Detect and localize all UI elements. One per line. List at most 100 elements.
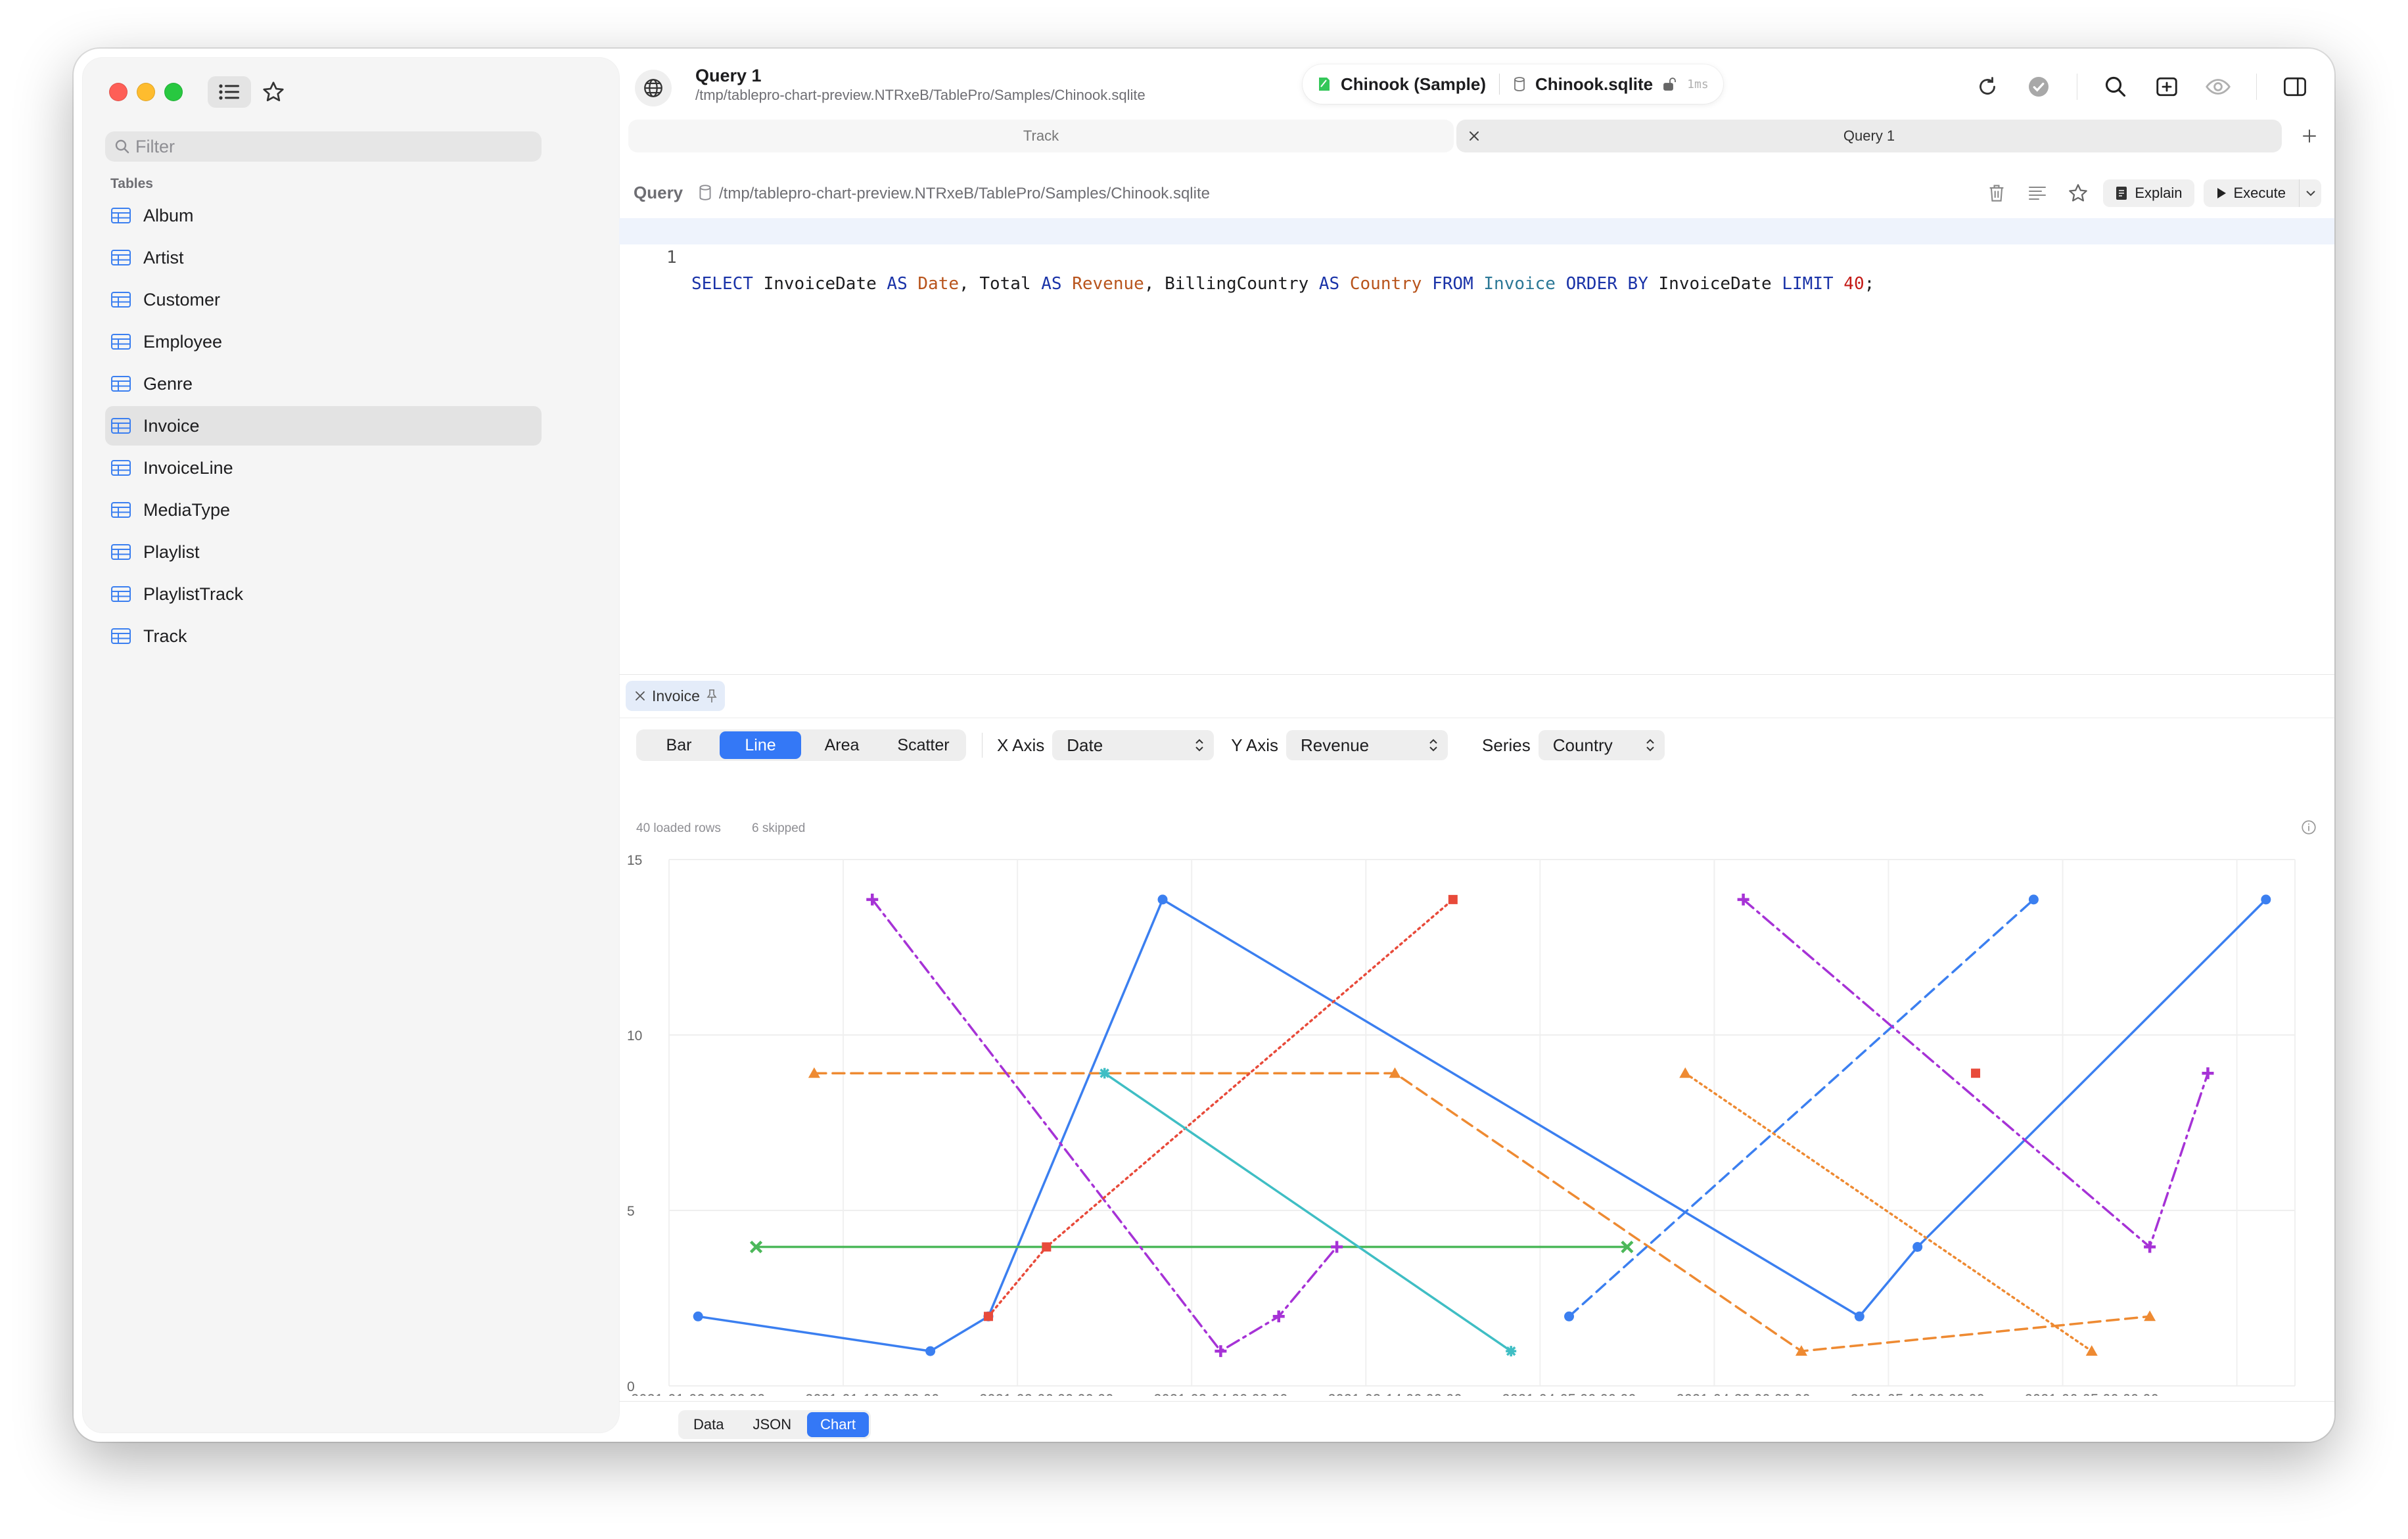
series-line-usa: [871, 898, 1338, 1352]
sidebar-table-playlist[interactable]: Playlist: [105, 532, 542, 572]
data-point-germany[interactable]: [1854, 1311, 1864, 1321]
zoom-window-button[interactable]: [164, 83, 183, 101]
sidebar-table-album[interactable]: Album: [105, 196, 542, 235]
database-file: Chinook.sqlite: [1535, 74, 1654, 94]
table-name: Customer: [143, 289, 221, 310]
sidebar-table-artist[interactable]: Artist: [105, 238, 542, 277]
chart-type-line[interactable]: Line: [720, 731, 801, 759]
header-divider-2: [2256, 74, 2257, 100]
view-json-button[interactable]: JSON: [739, 1412, 804, 1437]
data-point-germany[interactable]: [1912, 1242, 1923, 1252]
preview-button[interactable]: [2198, 68, 2238, 105]
table-name: MediaType: [143, 499, 231, 520]
sidebar-table-genre[interactable]: Genre: [105, 364, 542, 403]
close-icon[interactable]: [635, 691, 645, 701]
chart-type-bar[interactable]: Bar: [638, 731, 720, 759]
x-axis-select[interactable]: Date: [1052, 730, 1215, 760]
sql-token: InvoiceDate: [1648, 274, 1782, 294]
database-icon: [699, 185, 711, 200]
new-query-button[interactable]: [2147, 68, 2187, 105]
sql-token: AS: [1041, 274, 1062, 294]
view-data-button[interactable]: Data: [680, 1412, 737, 1437]
clear-query-button[interactable]: [1981, 179, 2012, 208]
search-button[interactable]: [2096, 68, 2135, 105]
favorite-query-button[interactable]: [2062, 179, 2094, 208]
execute-options-button[interactable]: [2299, 179, 2321, 207]
eye-icon: [2206, 79, 2231, 95]
result-tab-invoice[interactable]: Invoice: [626, 681, 725, 711]
data-point-netherlands[interactable]: [1971, 1068, 1981, 1078]
sidebar-table-employee[interactable]: Employee: [105, 322, 542, 361]
data-point-germany[interactable]: [925, 1346, 936, 1356]
data-point-germany[interactable]: [2261, 894, 2271, 905]
list-toggle-button[interactable]: [208, 76, 251, 108]
tab-query-1[interactable]: Query 1: [1456, 120, 2282, 152]
data-point-germany[interactable]: [693, 1311, 703, 1321]
sidebar: Tables Album Artist Customer Employee Genre I…: [83, 58, 619, 1433]
add-tab-button[interactable]: [2294, 120, 2325, 152]
series-label: Series: [1482, 735, 1531, 755]
data-point-germany[interactable]: [1157, 894, 1168, 905]
execute-button[interactable]: Execute: [2203, 179, 2321, 207]
tab-track[interactable]: Track: [628, 120, 1454, 152]
editor-label: Query: [634, 183, 683, 202]
sql-editor-line[interactable]: 1 SELECT InvoiceDate AS Date, Total AS R…: [619, 218, 2334, 294]
x-tick-label: 2021-03-14 00:00:00: [1328, 1391, 1462, 1396]
connection-globe-button[interactable]: [635, 70, 672, 106]
favorites-button[interactable]: [259, 78, 288, 106]
sql-token: Invoice: [1483, 274, 1556, 294]
format-query-button[interactable]: [2022, 179, 2053, 208]
filter-field[interactable]: [105, 131, 542, 162]
data-point-portugal[interactable]: [2202, 1067, 2214, 1080]
data-point-france[interactable]: [1042, 1242, 1052, 1252]
sql-token: LIMIT: [1782, 274, 1834, 294]
close-tab-button[interactable]: [1466, 127, 1483, 145]
data-point-france[interactable]: [983, 1312, 993, 1321]
data-point-brazil[interactable]: [2085, 1345, 2098, 1356]
sql-code[interactable]: SELECT InvoiceDate AS Date, Total AS Rev…: [691, 271, 1874, 297]
commit-button[interactable]: [2019, 68, 2058, 105]
close-icon: [1470, 131, 1479, 141]
refresh-button[interactable]: [1968, 68, 2007, 105]
format-lines-icon: [2029, 187, 2047, 200]
sidebar-table-customer[interactable]: Customer: [105, 280, 542, 319]
data-point-united-kingdom[interactable]: [1099, 1068, 1110, 1079]
sidebar-table-invoiceline[interactable]: InvoiceLine: [105, 448, 542, 488]
sidebar-table-invoice[interactable]: Invoice: [105, 406, 542, 446]
x-axis-label: X Axis: [997, 735, 1045, 755]
series-line-france: [987, 898, 1454, 1318]
toggle-inspector-button[interactable]: [2275, 68, 2315, 105]
minimize-window-button[interactable]: [137, 83, 155, 101]
editor-toolbar: Query /tmp/tablepro-chart-preview.NTRxeB…: [619, 173, 2334, 210]
sql-token: 40: [1843, 274, 1864, 294]
info-icon[interactable]: [2300, 819, 2317, 836]
view-chart-button[interactable]: Chart: [807, 1412, 869, 1437]
data-point-chile[interactable]: [1564, 1311, 1575, 1321]
series-select[interactable]: Country: [1538, 730, 1665, 760]
sidebar-table-track[interactable]: Track: [105, 616, 542, 656]
sql-token: SELECT: [691, 274, 753, 294]
table-icon: [111, 250, 131, 265]
chart-type-area[interactable]: Area: [801, 731, 883, 759]
y-axis-select[interactable]: Revenue: [1286, 730, 1448, 760]
sidebar-table-playlisttrack[interactable]: PlaylistTrack: [105, 574, 542, 614]
query-path: /tmp/tablepro-chart-preview.NTRxeB/Table…: [695, 87, 1146, 103]
sidebar-table-mediatype[interactable]: MediaType: [105, 490, 542, 530]
x-tick-label: 2021-04-05 00:00:00: [1502, 1391, 1636, 1396]
connection-pill[interactable]: Chinook (Sample) Chinook.sqlite 1ms: [1303, 64, 1723, 104]
close-window-button[interactable]: [109, 83, 127, 101]
x-tick-label: 2021-05-10 00:00:00: [1851, 1391, 1985, 1396]
chevron-updown-icon: [1646, 739, 1654, 752]
connection-name: Chinook (Sample): [1341, 74, 1487, 94]
explain-button[interactable]: Explain: [2103, 179, 2194, 207]
table-icon: [111, 418, 131, 434]
data-point-brazil[interactable]: [1679, 1067, 1692, 1078]
data-point-chile[interactable]: [2028, 894, 2039, 905]
chevron-down-icon: [2305, 191, 2315, 196]
pin-icon[interactable]: [706, 689, 717, 703]
chart-type-scatter[interactable]: Scatter: [883, 731, 964, 759]
data-point-united-kingdom[interactable]: [1506, 1346, 1517, 1357]
filter-input[interactable]: [135, 136, 542, 157]
sql-token: Revenue: [1072, 274, 1144, 294]
data-point-france[interactable]: [1448, 894, 1458, 904]
